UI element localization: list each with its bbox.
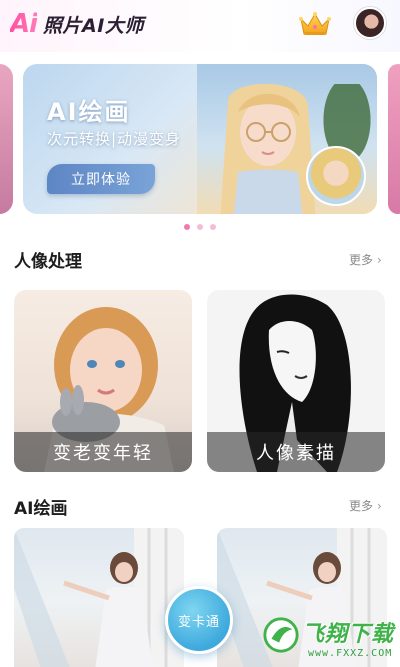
ai-painting-section-title: AI绘画 <box>12 494 68 519</box>
site-watermark: 飞翔下载 www.FXXZ.COM <box>260 612 396 664</box>
cartoonize-fab[interactable]: 变卡通 <box>165 586 233 654</box>
logo-mark: Ai <box>10 9 38 39</box>
user-avatar[interactable] <box>354 7 386 39</box>
ai-painting-section-title-text: AI绘画 <box>14 499 68 519</box>
chevron-right-icon: › <box>377 498 382 513</box>
girl-window-photo <box>14 528 184 667</box>
ai-painting-more-link[interactable]: 更多 › <box>349 497 382 514</box>
more-label: 更多 <box>349 499 374 513</box>
carousel-prev-card[interactable] <box>0 64 13 214</box>
app-logo: Ai 照片AI大师 <box>10 9 144 39</box>
watermark-url: www.FXXZ.COM <box>308 648 393 659</box>
chevron-right-icon: › <box>377 252 382 267</box>
carousel-dot[interactable] <box>197 224 203 230</box>
anime-girl-illustration <box>220 83 316 214</box>
ai-painting-card-left[interactable] <box>14 528 184 667</box>
crown-icon[interactable] <box>298 10 332 38</box>
carousel-next-card[interactable] <box>388 64 400 214</box>
try-now-button[interactable]: 立即体验 <box>47 164 155 194</box>
ai-painting-banner[interactable]: AI绘画 次元转换|动漫变身 立即体验 <box>23 64 377 214</box>
more-label: 更多 <box>349 253 374 267</box>
portrait-section-title-text: 人像处理 <box>14 252 82 272</box>
banner-title: AI绘画 <box>47 98 131 126</box>
portrait-sketch-label: 人像素描 <box>207 432 385 472</box>
app-name: 照片AI大师 <box>43 14 144 37</box>
portrait-sketch-card[interactable]: 人像素描 <box>207 290 385 472</box>
banner-original-thumb <box>306 146 366 206</box>
app-screen: Ai 照片AI大师 AI绘画 次元转换|动漫变身 立即体验 人像处理 更多 › … <box>0 0 400 667</box>
watermark-brand: 飞翔下载 <box>302 622 395 647</box>
portrait-more-link[interactable]: 更多 › <box>349 251 382 268</box>
banner-subtitle: 次元转换|动漫变身 <box>47 130 182 148</box>
watermark-logo-icon <box>263 617 299 653</box>
app-header: Ai 照片AI大师 <box>0 0 400 52</box>
age-transform-label: 变老变年轻 <box>14 432 192 472</box>
carousel-dot[interactable] <box>210 224 216 230</box>
carousel-dot[interactable] <box>184 224 190 230</box>
carousel-indicator <box>184 224 216 230</box>
age-transform-card[interactable]: 变老变年轻 <box>14 290 192 472</box>
portrait-section-title: 人像处理 <box>12 247 82 272</box>
